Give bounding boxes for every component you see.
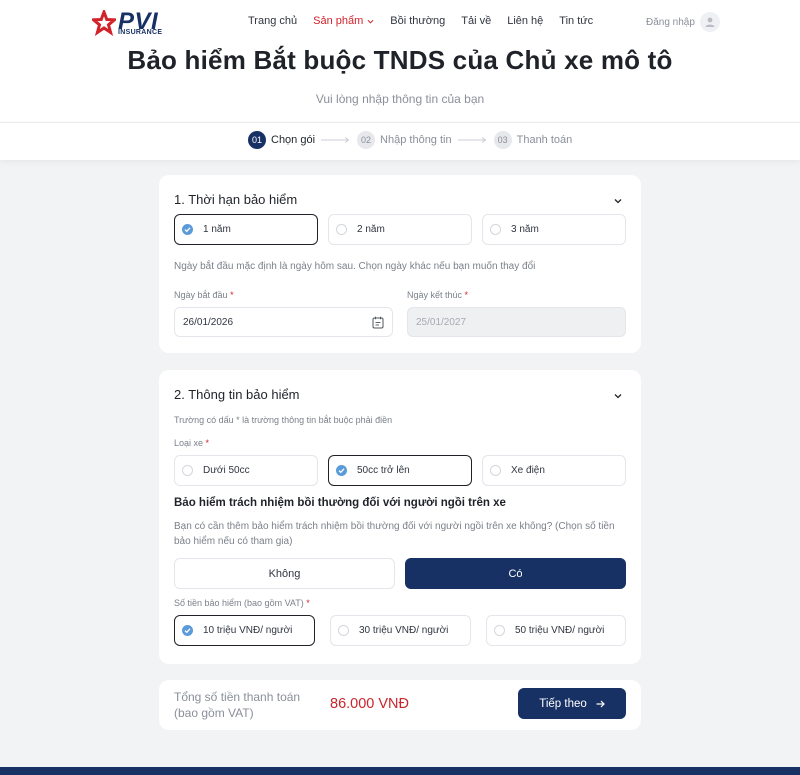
required-mark: * [464,290,469,300]
duration-option-1-year[interactable]: 1 năm [174,214,318,245]
start-date-label-text: Ngày bắt đầu [174,290,228,300]
chevron-down-icon[interactable] [613,196,623,206]
radio-unchecked-icon [182,465,193,476]
logo-subtext: INSURANCE [118,29,163,36]
end-date-label-text: Ngày kết thúc [407,290,463,300]
login-link[interactable]: Đăng nhập [646,12,720,32]
start-date-value: 26/01/2026 [183,316,234,328]
amount-option-30m[interactable]: 30 triệu VNĐ/ người [330,615,471,646]
no-button[interactable]: Không [174,558,395,589]
required-mark: * [306,598,310,608]
step-3-label: Thanh toán [516,134,573,146]
radio-unchecked-icon [338,625,349,636]
step-2-label: Nhập thông tin [380,134,452,146]
calendar-icon[interactable] [372,316,384,329]
nav-item-downloads[interactable]: Tải về [461,15,491,27]
passenger-liability-question: Bạn có cần thêm bảo hiểm trách nhiệm bồi… [174,521,615,547]
chevron-down-icon [367,19,374,24]
step-3-number: 03 [493,131,512,149]
duration-option-label: 2 năm [357,224,385,235]
duration-option-2-year[interactable]: 2 năm [328,214,472,245]
vehicle-option-electric[interactable]: Xe điện [482,455,626,486]
step-arrow-icon [457,137,486,143]
vehicle-option-label: 50cc trở lên [357,465,410,476]
radio-checked-icon [182,625,193,636]
amount-option-label: 10 triệu VNĐ/ người [203,625,293,636]
section-1-title: 1. Thời hạn bảo hiểm [174,192,298,207]
end-date-label: Ngày kết thúc * [407,290,468,300]
section-2-title: 2. Thông tin bảo hiểm [174,387,300,402]
amount-option-10m[interactable]: 10 triệu VNĐ/ người [174,615,315,646]
page-subtitle: Vui lòng nhập thông tin của bạn [315,92,485,106]
passenger-liability-title: Bảo hiểm trách nhiệm bồi thường đối với … [174,497,506,509]
insurance-info-card: 2. Thông tin bảo hiểm Trường có dấu * là… [159,370,641,664]
site-header: PVI INSURANCE Trang chủ Sản phẩm Bồi thư… [0,0,800,122]
radio-unchecked-icon [336,224,347,235]
required-fields-hint: Trường có dấu * là trường thông tin bắt … [174,415,393,425]
nav-item-claims[interactable]: Bồi thường [390,15,445,27]
next-button-label: Tiếp theo [539,697,587,710]
duration-option-label: 3 năm [511,224,539,235]
arrow-right-icon [596,700,605,707]
nav-item-contact[interactable]: Liên hệ [507,15,543,27]
radio-unchecked-icon [490,224,501,235]
payment-summary-card: Tổng số tiền thanh toán (bao gồm VAT) 86… [159,680,641,730]
footer-bar [0,767,800,775]
nav-item-home[interactable]: Trang chủ [248,15,297,27]
pvi-logo[interactable]: PVI INSURANCE [92,10,172,38]
radio-checked-icon [182,224,193,235]
vehicle-option-under-50cc[interactable]: Dưới 50cc [174,455,318,486]
required-mark: * [205,438,210,448]
start-date-input[interactable]: 26/01/2026 [174,307,393,337]
amount-option-label: 50 triệu VNĐ/ người [515,625,605,636]
chevron-down-icon[interactable] [613,391,623,401]
vehicle-option-label: Dưới 50cc [203,465,250,476]
amount-option-label: 30 triệu VNĐ/ người [359,625,449,636]
vehicle-type-label: Loại xe * [174,438,209,448]
step-1-number: 01 [248,131,266,149]
total-label: Tổng số tiền thanh toán (bao gồm VAT) [174,690,301,720]
total-value: 86.000 VNĐ [330,696,409,712]
avatar [699,12,720,32]
yes-button[interactable]: Có [405,558,626,589]
duration-option-3-year[interactable]: 3 năm [482,214,626,245]
end-date-value: 25/01/2027 [416,316,467,328]
insured-amount-label-text: Số tiền bảo hiểm (bao gồm VAT) [174,598,304,608]
radio-unchecked-icon [494,625,505,636]
required-mark: * [230,290,234,300]
next-button[interactable]: Tiếp theo [518,688,626,719]
nav-item-news[interactable]: Tin tức [559,15,593,27]
login-label: Đăng nhập [646,16,695,28]
step-2-number: 02 [357,131,376,149]
nav-item-products-label: Sản phẩm [313,15,364,27]
step-1-label: Chọn gói [271,134,316,146]
amount-option-50m[interactable]: 50 triệu VNĐ/ người [486,615,626,646]
user-icon [705,17,715,27]
end-date-input: 25/01/2027 [407,307,626,337]
progress-steps: 01 Chọn gói 02 Nhập thông tin 03 Thanh t… [248,131,572,149]
radio-checked-icon [336,465,347,476]
step-arrow-icon [321,137,350,143]
duration-option-label: 1 năm [203,224,231,235]
insured-amount-label: Số tiền bảo hiểm (bao gồm VAT) * [174,598,310,608]
vehicle-option-50cc-plus[interactable]: 50cc trở lên [328,455,472,486]
pvi-star-icon [92,10,116,37]
start-date-hint: Ngày bắt đầu mặc định là ngày hôm sau. C… [174,261,536,272]
page-title: Bảo hiểm Bắt buộc TNDS của Chủ xe mô tô [127,45,673,75]
nav-item-products[interactable]: Sản phẩm [313,15,374,27]
progress-steps-bar: 01 Chọn gói 02 Nhập thông tin 03 Thanh t… [0,122,800,160]
vehicle-type-label-text: Loại xe [174,438,204,448]
vehicle-option-label: Xe điện [511,465,545,476]
radio-unchecked-icon [490,465,501,476]
start-date-label: Ngày bắt đầu * [174,290,234,300]
insurance-duration-card: 1. Thời hạn bảo hiểm 1 năm 2 năm 3 năm N… [159,175,641,353]
main-nav: Trang chủ Sản phẩm Bồi thường Tải về Liê… [248,15,609,27]
